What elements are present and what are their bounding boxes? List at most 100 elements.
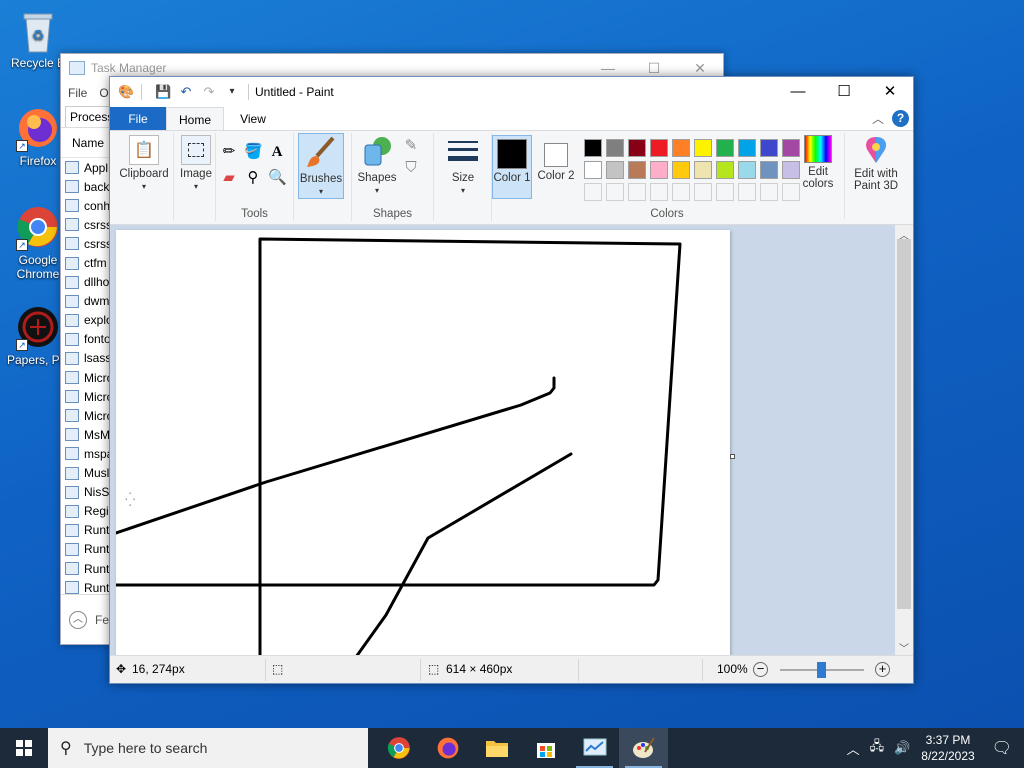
palette-color[interactable] bbox=[716, 139, 734, 157]
taskbar-chrome[interactable] bbox=[374, 728, 423, 768]
process-icon bbox=[65, 504, 79, 518]
process-icon bbox=[65, 447, 79, 461]
custom-color-slot[interactable] bbox=[760, 183, 778, 201]
fill-icon[interactable]: 🪣 bbox=[244, 143, 263, 161]
help-icon[interactable]: ? bbox=[892, 110, 909, 127]
palette-color[interactable] bbox=[716, 161, 734, 179]
paint-window[interactable]: 🎨 💾 ↶ ↷ ▾ Untitled - Paint — ☐ ✕ File Ho… bbox=[109, 76, 914, 684]
custom-color-slot[interactable] bbox=[584, 183, 602, 201]
volume-icon[interactable]: 🔊 bbox=[894, 740, 910, 756]
palette-color[interactable] bbox=[584, 139, 602, 157]
vertical-scrollbar[interactable]: ︿ ﹀ bbox=[895, 225, 913, 657]
shapes-button[interactable]: Shapes ▾ bbox=[354, 135, 400, 196]
taskbar-paint[interactable] bbox=[619, 728, 668, 768]
maximize-icon[interactable]: ☐ bbox=[821, 77, 867, 107]
custom-color-slot[interactable] bbox=[694, 183, 712, 201]
close-icon[interactable]: ✕ bbox=[867, 77, 913, 107]
taskbar-store[interactable] bbox=[521, 728, 570, 768]
custom-color-slot[interactable] bbox=[738, 183, 756, 201]
text-icon[interactable]: A bbox=[268, 143, 286, 161]
palette-color[interactable] bbox=[628, 139, 646, 157]
eraser-icon[interactable]: ▰ bbox=[220, 169, 238, 187]
color1-button[interactable]: Color 1 bbox=[492, 135, 532, 199]
palette-color[interactable] bbox=[694, 161, 712, 179]
edit-with-paint3d-button[interactable]: Edit with Paint 3D bbox=[848, 135, 904, 192]
palette-color[interactable] bbox=[760, 139, 778, 157]
palette-color[interactable] bbox=[628, 161, 646, 179]
process-name: dllho bbox=[84, 275, 110, 290]
start-button[interactable] bbox=[0, 728, 48, 768]
clock[interactable]: 3:37 PM 8/22/2023 bbox=[921, 732, 974, 764]
process-icon bbox=[65, 390, 79, 404]
recycle-bin-icon: ♻ bbox=[16, 8, 60, 53]
color2-button[interactable]: Color 2 bbox=[536, 137, 576, 182]
canvas-resize-handle[interactable] bbox=[730, 454, 735, 459]
chevron-up-icon[interactable]: ︿ bbox=[69, 610, 87, 629]
customize-quick-access-icon[interactable]: ▾ bbox=[224, 84, 240, 100]
undo-icon[interactable]: ↶ bbox=[178, 84, 194, 100]
minimize-icon[interactable]: — bbox=[775, 77, 821, 107]
drawing-canvas[interactable]: ⁛ bbox=[116, 230, 730, 657]
palette-color[interactable] bbox=[606, 139, 624, 157]
custom-color-slot[interactable] bbox=[606, 183, 624, 201]
taskbar-task-manager[interactable] bbox=[570, 728, 619, 768]
palette-color[interactable] bbox=[606, 161, 624, 179]
process-icon bbox=[65, 542, 79, 556]
palette-color[interactable] bbox=[650, 139, 668, 157]
save-icon[interactable]: 💾 bbox=[155, 84, 171, 100]
show-hidden-icons-icon[interactable]: ︿ bbox=[847, 739, 860, 758]
palette-color[interactable] bbox=[650, 161, 668, 179]
palette-color[interactable] bbox=[760, 161, 778, 179]
edit-colors-button[interactable]: Edit colors bbox=[796, 135, 840, 190]
scrollbar-thumb[interactable] bbox=[897, 239, 911, 609]
scroll-down-icon[interactable]: ﹀ bbox=[895, 640, 913, 655]
zoom-out-button[interactable]: − bbox=[753, 662, 768, 677]
taskbar-search[interactable]: ⚲ Type here to search bbox=[48, 728, 368, 768]
palette-color[interactable] bbox=[672, 161, 690, 179]
zoom-slider-thumb[interactable] bbox=[817, 662, 826, 678]
zoom-in-button[interactable]: + bbox=[875, 662, 890, 677]
magnifier-icon[interactable]: 🔍 bbox=[268, 169, 287, 187]
paint-titlebar[interactable]: 🎨 💾 ↶ ↷ ▾ Untitled - Paint — ☐ ✕ bbox=[110, 77, 913, 107]
color1-swatch bbox=[497, 139, 527, 169]
palette-color[interactable] bbox=[584, 161, 602, 179]
shape-fill-icon[interactable]: ⛉ bbox=[402, 159, 420, 177]
tm-menu-file[interactable]: File bbox=[68, 86, 87, 100]
desktop-icon-label: Google Chrome bbox=[16, 253, 60, 281]
palette-color[interactable] bbox=[738, 161, 756, 179]
image-button[interactable]: Image ▾ bbox=[176, 135, 216, 192]
clipboard-button[interactable]: 📋 Clipboard ▾ bbox=[118, 135, 170, 192]
task-manager-title: Task Manager bbox=[91, 61, 167, 75]
process-name: Runt bbox=[84, 580, 110, 595]
outline-icon[interactable]: ✎ bbox=[402, 137, 420, 155]
custom-color-slot[interactable] bbox=[716, 183, 734, 201]
group-size: Size ▾ bbox=[436, 133, 492, 221]
taskbar-firefox[interactable] bbox=[423, 728, 472, 768]
taskbar-file-explorer[interactable] bbox=[472, 728, 521, 768]
process-name: MsM bbox=[84, 427, 110, 442]
group-shapes: Shapes ▾ ✎ ⛉ Shapes bbox=[352, 133, 434, 221]
fewer-details-link[interactable]: Fe bbox=[95, 613, 109, 627]
brushes-button[interactable]: Brushes ▾ bbox=[298, 133, 344, 199]
column-header-name[interactable]: Name bbox=[72, 136, 104, 150]
redo-icon[interactable]: ↷ bbox=[201, 84, 217, 100]
custom-color-slot[interactable] bbox=[628, 183, 646, 201]
color-picker-icon[interactable]: ⚲ bbox=[244, 169, 262, 187]
palette-color[interactable] bbox=[694, 139, 712, 157]
custom-color-slot[interactable] bbox=[650, 183, 668, 201]
palette-color[interactable] bbox=[738, 139, 756, 157]
palette-color[interactable] bbox=[672, 139, 690, 157]
notification-icon[interactable]: 🗨 bbox=[992, 738, 1012, 758]
tm-menu-options[interactable]: O bbox=[99, 86, 108, 100]
process-icon bbox=[65, 581, 79, 595]
search-icon: ⚲ bbox=[60, 740, 72, 757]
collapse-ribbon-icon[interactable]: ︿ bbox=[872, 110, 884, 127]
paint-app-icon[interactable]: 🎨 bbox=[118, 84, 134, 100]
custom-color-slot[interactable] bbox=[672, 183, 690, 201]
pencil-icon[interactable]: ✏ bbox=[220, 143, 238, 161]
network-icon[interactable]: 🖧 bbox=[870, 737, 885, 759]
tab-view[interactable]: View bbox=[224, 107, 282, 130]
tab-home[interactable]: Home bbox=[166, 107, 224, 130]
tab-file[interactable]: File bbox=[110, 107, 166, 130]
size-button[interactable]: Size ▾ bbox=[440, 135, 486, 196]
